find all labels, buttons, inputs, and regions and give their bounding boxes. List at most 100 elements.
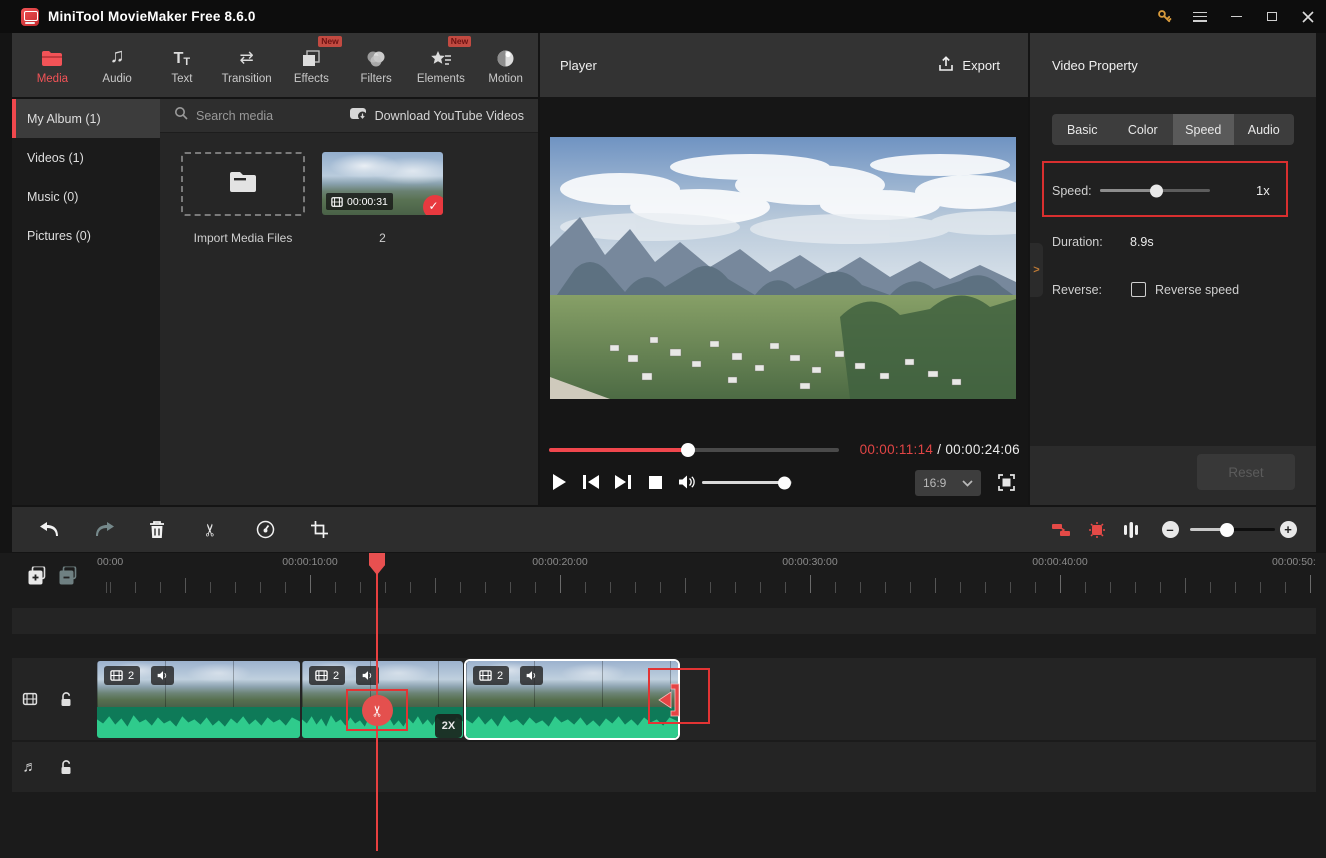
collapse-panel-arrow[interactable]: > <box>1030 243 1043 297</box>
volume-icon[interactable] <box>678 473 696 491</box>
menu-icon[interactable] <box>1182 0 1218 33</box>
aspect-ratio-select[interactable]: 16:9 <box>915 470 981 496</box>
reset-button[interactable]: Reset <box>1197 454 1295 490</box>
aspect-ratio-value: 16:9 <box>923 476 946 490</box>
play-button[interactable] <box>550 473 568 491</box>
speed-2x-badge: 2X <box>435 714 462 738</box>
tab-motion[interactable]: Motion <box>473 36 538 94</box>
current-time: 00:00:11:14 <box>860 442 934 457</box>
timeline-zoom-out-button[interactable]: – <box>1157 517 1183 543</box>
search-input[interactable] <box>196 109 346 123</box>
clip-trim-handle[interactable] <box>656 682 682 723</box>
next-frame-button[interactable] <box>614 473 632 491</box>
tab-media[interactable]: Media <box>20 36 85 94</box>
tab-speed[interactable]: Speed <box>1173 114 1234 145</box>
tab-label: Text <box>171 73 192 85</box>
tab-audio[interactable]: Audio <box>1234 114 1295 145</box>
tracks-view-icon[interactable] <box>1118 517 1144 543</box>
ruler-ticks <box>97 567 1326 593</box>
speed-value: 1x <box>1256 183 1270 198</box>
seek-thumb[interactable] <box>681 443 695 457</box>
player-panel: 00:00:11:14 / 00:00:24:06 <box>540 97 1028 505</box>
reverse-checkbox-label: Reverse speed <box>1155 283 1239 297</box>
effects-icon <box>301 46 321 68</box>
tab-text[interactable]: TT Text <box>150 36 215 94</box>
speed-tool-button[interactable] <box>252 517 278 543</box>
sidebar-item-pictures[interactable]: Pictures (0) <box>12 216 160 255</box>
volume-slider[interactable] <box>702 481 792 484</box>
split-marker-icon[interactable] <box>1084 517 1110 543</box>
tab-color[interactable]: Color <box>1113 114 1174 145</box>
timeline-zoom-thumb[interactable] <box>1220 523 1234 537</box>
film-icon <box>331 196 343 208</box>
speed-thumb[interactable] <box>1150 184 1163 197</box>
audio-note-icon: ♫ <box>110 46 125 68</box>
app-window: MiniTool MovieMaker Free 8.6.0 Media ♫ A… <box>0 0 1326 858</box>
time-display: 00:00:11:14 / 00:00:24:06 <box>860 442 1020 457</box>
stop-button[interactable] <box>646 473 664 491</box>
timeline-zoom-in-button[interactable]: + <box>1275 517 1301 543</box>
previous-frame-button[interactable] <box>582 473 600 491</box>
text-icon: TT <box>174 46 191 68</box>
folder-icon <box>228 170 258 199</box>
tab-transition[interactable]: ⇄ Transition <box>214 36 279 94</box>
download-youtube-label: Download YouTube Videos <box>375 109 524 123</box>
volume-thumb[interactable] <box>778 476 791 489</box>
minimize-button[interactable] <box>1218 0 1254 33</box>
remove-track-button[interactable] <box>60 567 79 586</box>
tab-effects[interactable]: New Effects <box>279 36 344 94</box>
undo-button[interactable] <box>36 517 62 543</box>
reverse-speed-checkbox[interactable] <box>1131 282 1146 297</box>
video-property-panel: Basic Color Speed Audio Speed: 1x Durati… <box>1030 97 1316 505</box>
film-icon <box>479 669 492 682</box>
duration-value: 8.9s <box>1130 235 1154 249</box>
license-key-icon[interactable] <box>1146 0 1182 33</box>
crop-button[interactable] <box>306 517 332 543</box>
timeline-zoom-slider[interactable] <box>1190 528 1275 531</box>
property-tabs: Basic Color Speed Audio <box>1052 114 1294 145</box>
tab-elements[interactable]: New Elements <box>409 36 474 94</box>
tab-basic[interactable]: Basic <box>1052 114 1113 145</box>
film-icon <box>315 669 328 682</box>
sidebar-item-videos[interactable]: Videos (1) <box>12 138 160 177</box>
redo-button[interactable] <box>92 517 118 543</box>
sidebar-item-my-album[interactable]: My Album (1) <box>12 99 160 138</box>
clip-attach-icon[interactable] <box>1048 517 1074 543</box>
import-media-dropzone[interactable] <box>181 152 305 216</box>
collapse-glyph: > <box>1033 264 1039 276</box>
speaker-icon <box>526 670 538 681</box>
add-track-button[interactable] <box>29 567 48 586</box>
split-clip-scissors-button[interactable]: ✂ <box>362 695 393 726</box>
media-thumbnail[interactable]: 00:00:31 ✓ <box>322 152 443 215</box>
app-logo-icon <box>21 8 39 26</box>
delete-button[interactable] <box>144 517 170 543</box>
seek-bar[interactable] <box>549 448 839 452</box>
video-track-lock-icon[interactable] <box>59 691 73 707</box>
video-track-icon <box>22 692 39 707</box>
maximize-button[interactable] <box>1254 0 1290 33</box>
ribbon-tab-bar: Media ♫ Audio TT Text ⇄ Transition New E… <box>12 33 538 97</box>
timeline-clip-3-selected[interactable]: 2 <box>466 661 678 738</box>
timeline-clip-1[interactable]: 2 <box>97 661 300 738</box>
sidebar-item-music[interactable]: Music (0) <box>12 177 160 216</box>
tab-label: Transition <box>222 73 272 85</box>
title-bar: MiniTool MovieMaker Free 8.6.0 <box>0 0 1326 33</box>
tab-label: Basic <box>1067 123 1098 137</box>
close-button[interactable] <box>1290 0 1326 33</box>
media-clip-name: 2 <box>322 231 443 245</box>
audio-track-lock-icon[interactable] <box>59 759 73 775</box>
export-button[interactable]: Export <box>938 56 1000 75</box>
download-youtube-button[interactable]: Download YouTube Videos <box>350 108 524 124</box>
split-scissors-button[interactable]: ✂ <box>198 517 224 543</box>
sidebar-item-label: Videos (1) <box>27 151 84 165</box>
speed-slider[interactable] <box>1100 189 1210 192</box>
fullscreen-button[interactable] <box>998 474 1015 496</box>
tab-label: Filters <box>360 73 391 85</box>
tab-audio[interactable]: ♫ Audio <box>85 36 150 94</box>
tab-filters[interactable]: Filters <box>344 36 409 94</box>
property-title: Video Property <box>1052 58 1138 73</box>
media-duration: 00:00:31 <box>347 196 388 208</box>
seek-fill <box>549 448 688 452</box>
film-icon <box>110 669 123 682</box>
youtube-download-icon <box>350 108 368 124</box>
